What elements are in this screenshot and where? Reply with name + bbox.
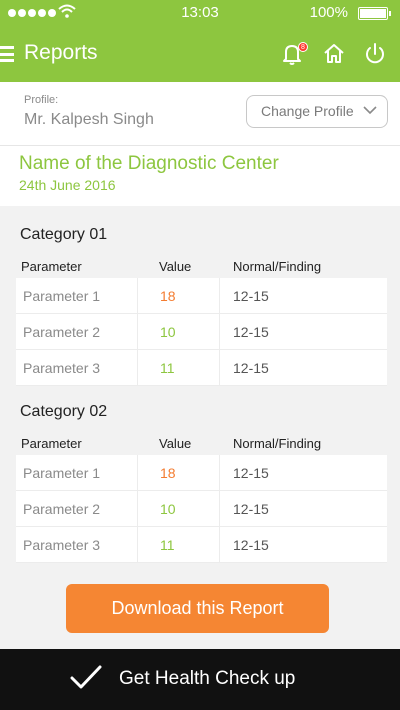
cell-parameter: Parameter 1	[23, 465, 101, 481]
checkmark-icon	[70, 665, 102, 689]
status-bar: 13:03 100%	[0, 0, 400, 26]
table-row: Parameter 3 11 12-15	[16, 350, 387, 386]
profile-section: Profile: Mr. Kalpesh Singh Change Profil…	[0, 82, 400, 146]
category-title: Category 02	[20, 403, 108, 420]
table-row: Parameter 2 10 12-15	[16, 491, 387, 527]
report-date: 24th June 2016	[19, 177, 116, 193]
category-section: Category 01 Parameter Value Normal/Findi…	[16, 226, 387, 386]
header-parameter: Parameter	[21, 259, 82, 274]
cell-parameter: Parameter 3	[23, 360, 101, 376]
cell-value: 18	[160, 465, 176, 481]
table-header: Parameter Value Normal/Finding	[16, 248, 387, 278]
download-report-button[interactable]: Download this Report	[66, 584, 329, 633]
cell-parameter: Parameter 1	[23, 288, 101, 304]
health-checkup-label: Get Health Check up	[119, 668, 296, 689]
header-normal: Normal/Finding	[233, 259, 322, 274]
header-value: Value	[159, 436, 192, 451]
notification-badge: 8	[298, 42, 308, 52]
cell-normal: 12-15	[233, 360, 269, 376]
cell-parameter: Parameter 3	[23, 537, 101, 553]
diagnostic-center-info: Name of the Diagnostic Center 24th June …	[0, 146, 400, 206]
battery-percent: 100%	[309, 4, 348, 21]
header-parameter: Parameter	[21, 436, 82, 451]
header-value: Value	[159, 259, 192, 274]
cell-normal: 12-15	[233, 288, 269, 304]
change-profile-label: Change Profile	[261, 103, 354, 119]
cell-parameter: Parameter 2	[23, 324, 101, 340]
cell-normal: 12-15	[233, 324, 269, 340]
table-row: Parameter 3 11 12-15	[16, 527, 387, 563]
power-icon[interactable]	[361, 40, 389, 68]
health-checkup-bar[interactable]: Get Health Check up	[0, 649, 400, 710]
cell-value: 11	[160, 537, 175, 553]
table-row: Parameter 1 18 12-15	[16, 278, 387, 314]
table-header: Parameter Value Normal/Finding	[16, 425, 387, 455]
battery-icon	[358, 7, 391, 20]
app-header: Reports 8	[0, 26, 400, 82]
page-title: Reports	[24, 41, 98, 64]
cell-parameter: Parameter 2	[23, 501, 101, 517]
cell-value: 11	[160, 360, 175, 376]
cell-value: 10	[160, 324, 176, 340]
category-title: Category 01	[20, 226, 108, 243]
cell-normal: 12-15	[233, 537, 269, 553]
profile-label: Profile:	[24, 94, 59, 106]
header-normal: Normal/Finding	[233, 436, 322, 451]
cell-normal: 12-15	[233, 501, 269, 517]
table-row: Parameter 2 10 12-15	[16, 314, 387, 350]
category-section: Category 02 Parameter Value Normal/Findi…	[16, 403, 387, 563]
table-row: Parameter 1 18 12-15	[16, 455, 387, 491]
center-name: Name of the Diagnostic Center	[19, 153, 279, 174]
cell-value: 10	[160, 501, 176, 517]
profile-name: Mr. Kalpesh Singh	[24, 111, 154, 128]
cell-value: 18	[160, 288, 176, 304]
cell-normal: 12-15	[233, 465, 269, 481]
menu-icon[interactable]	[0, 46, 14, 62]
report-body: Category 01 Parameter Value Normal/Findi…	[0, 206, 400, 649]
home-icon[interactable]	[320, 40, 348, 68]
change-profile-dropdown[interactable]: Change Profile	[246, 95, 388, 128]
chevron-down-icon	[363, 106, 377, 115]
